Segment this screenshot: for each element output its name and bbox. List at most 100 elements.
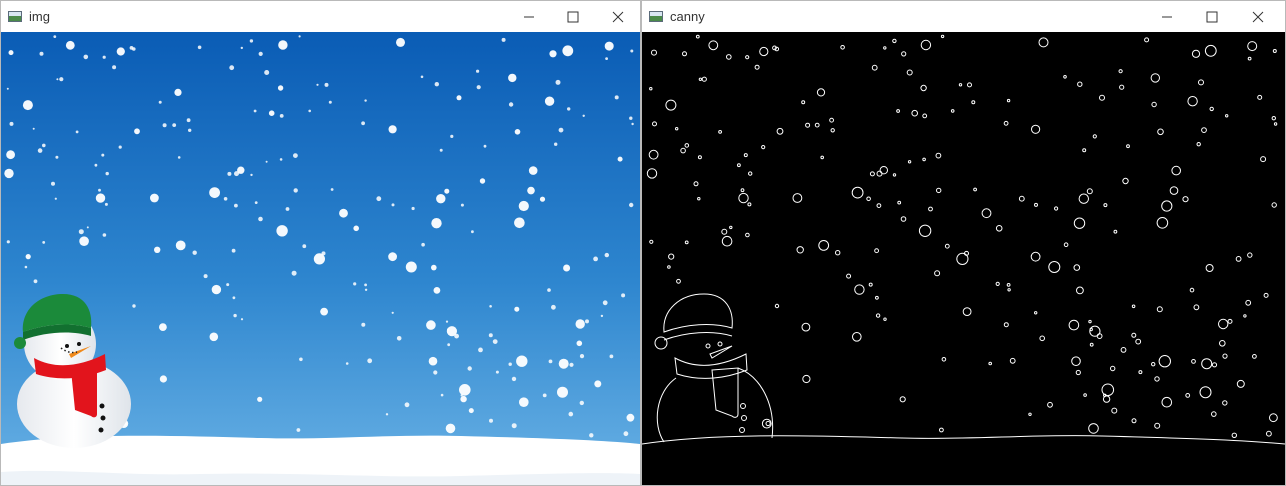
snowflake <box>471 230 474 234</box>
snowflake <box>132 304 136 308</box>
snowflake <box>102 233 107 237</box>
img-window: img <box>0 0 641 486</box>
snowflake <box>431 218 442 229</box>
snowflake <box>439 148 443 152</box>
snowflake <box>602 300 608 306</box>
snowflake <box>433 370 438 375</box>
snowflake <box>391 311 394 314</box>
snowflake <box>175 240 186 251</box>
snowflake <box>353 225 360 232</box>
snowflake <box>353 282 357 286</box>
snowflake <box>25 254 31 260</box>
snowflake <box>56 78 59 81</box>
snowflake <box>554 142 558 146</box>
snowflake <box>278 40 288 50</box>
snowflake <box>254 201 258 205</box>
snowflake <box>555 79 561 85</box>
snowflake <box>116 47 125 56</box>
snowflake <box>234 203 238 208</box>
snowflake <box>433 287 441 294</box>
snowflake <box>626 413 635 422</box>
snowflake <box>582 114 585 118</box>
snowflake <box>579 354 585 359</box>
minimize-button[interactable] <box>506 1 552 32</box>
snowflake <box>511 423 517 429</box>
canny-window: canny <box>641 0 1286 486</box>
snowflake <box>299 357 303 362</box>
snowflake <box>285 207 290 211</box>
snowflake <box>614 95 619 100</box>
snowflake <box>404 402 410 408</box>
snowflake <box>385 413 389 416</box>
snowflake <box>528 166 538 175</box>
snowflake <box>364 283 367 287</box>
snowflake <box>361 322 366 327</box>
snowflake <box>483 144 487 148</box>
snowflake <box>258 51 263 56</box>
snowflake <box>476 69 480 73</box>
snowflake <box>420 75 424 79</box>
snowflake <box>488 333 493 338</box>
snowflake <box>265 160 268 163</box>
snowflake <box>112 65 117 70</box>
maximize-button[interactable] <box>550 1 596 32</box>
snowflake <box>24 265 28 269</box>
snowflake <box>79 236 89 246</box>
close-button[interactable] <box>595 1 641 32</box>
snowflake <box>489 418 493 423</box>
close-button[interactable] <box>1235 1 1281 32</box>
snowflake <box>6 87 9 90</box>
maximize-button[interactable] <box>1189 1 1235 32</box>
snowflake <box>396 37 405 47</box>
snowflake <box>421 242 425 247</box>
snowflake <box>42 143 46 148</box>
snowflake <box>320 307 328 316</box>
snowflake <box>250 173 253 177</box>
snowflake <box>132 47 136 51</box>
snowflake <box>345 362 349 365</box>
snowman-eye-right <box>77 342 81 346</box>
snowflake <box>330 188 334 191</box>
snowflake <box>456 95 462 101</box>
snowflake <box>450 134 454 138</box>
snowflake <box>527 186 535 195</box>
snowflake <box>539 196 546 202</box>
snowflake <box>8 50 14 56</box>
snowflake <box>229 65 235 71</box>
snowflake <box>551 304 556 310</box>
snowflake <box>630 49 634 53</box>
snowflake <box>223 197 228 201</box>
snowflake <box>549 50 557 58</box>
maximize-icon <box>567 11 579 22</box>
snowflake <box>339 208 348 218</box>
snowflake <box>227 171 232 176</box>
snowflake <box>391 203 395 207</box>
img-titlebar[interactable]: img <box>1 1 640 32</box>
snowflake <box>240 46 243 50</box>
snowflake <box>436 194 446 204</box>
snowflake <box>440 393 444 397</box>
snowflake <box>460 395 467 403</box>
snowflake <box>542 393 547 398</box>
snowflake <box>308 109 312 113</box>
snowflake <box>231 248 236 253</box>
snowflake <box>293 153 298 158</box>
snowflake <box>629 116 633 120</box>
snowflake <box>548 359 553 364</box>
snowflake <box>54 197 57 200</box>
snowflake <box>101 153 105 157</box>
snowflake <box>621 293 626 298</box>
canny-titlebar[interactable]: canny <box>642 1 1285 32</box>
snowflake <box>579 400 584 406</box>
snowflake <box>268 110 275 116</box>
snowflake <box>467 366 472 371</box>
snowflake <box>514 217 525 229</box>
snowflake <box>321 251 326 256</box>
snowflake <box>600 314 604 318</box>
snowflake <box>431 264 437 271</box>
snowflake <box>514 306 520 312</box>
minimize-button[interactable] <box>1144 1 1190 32</box>
snowflake <box>508 362 512 366</box>
snowflake <box>508 102 514 107</box>
canny-canvas <box>642 32 1285 485</box>
